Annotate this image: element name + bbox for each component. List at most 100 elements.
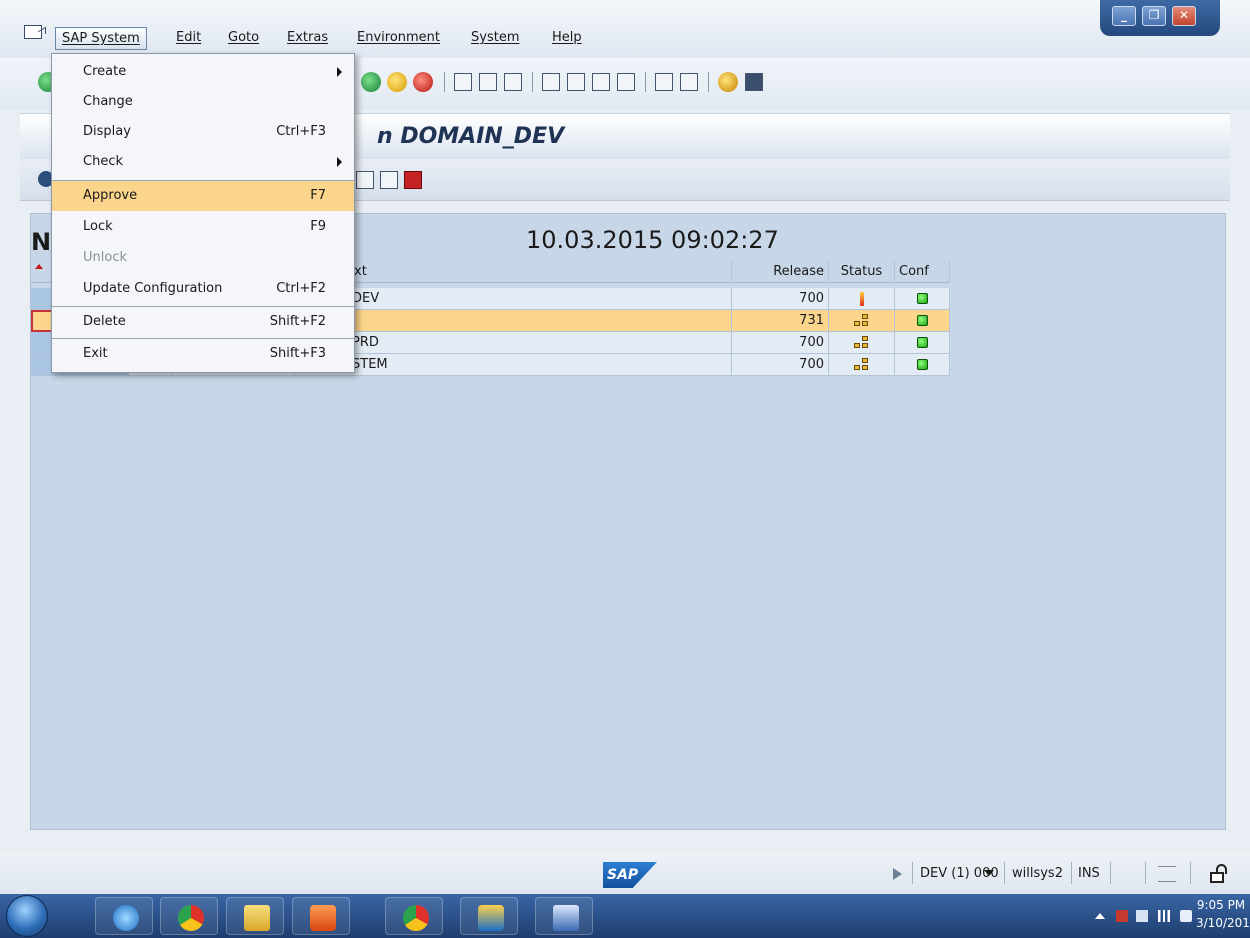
hierarchy-icon [853,335,870,350]
cell-conf[interactable] [895,354,950,376]
file-explorer-icon[interactable] [226,897,284,935]
cell-status[interactable] [829,288,895,310]
column-header-release[interactable]: Release [732,261,829,283]
server-name: willsys2 [1012,866,1063,881]
cell-release: 700 [732,354,829,376]
cell-release: 700 [732,288,829,310]
warning-status-icon [859,291,864,306]
status-divider [1190,862,1191,884]
menu-goto[interactable]: Goto [228,30,259,45]
power-icon[interactable] [1136,910,1148,922]
green-light-icon [916,337,928,348]
menu-item-create[interactable]: Create [52,57,354,87]
column-header-text[interactable]: xt [295,261,732,283]
cell-status[interactable] [829,332,895,354]
input-mode[interactable]: INS [1078,866,1100,881]
hierarchy-icon [853,313,870,328]
show-hidden-icons-icon[interactable] [1095,913,1105,919]
layout-menu-icon[interactable] [745,73,763,91]
chrome-icon[interactable] [160,897,218,935]
cell-conf[interactable] [895,288,950,310]
green-light-icon [916,315,928,326]
find-icon[interactable] [479,73,497,91]
cell-text: PRD [295,332,732,354]
page-heading: N [31,228,52,256]
menu-item-label: Display [83,124,131,139]
menu-environment[interactable]: Environment [357,30,440,45]
close-icon[interactable]: ✕ [1172,6,1196,26]
back-icon[interactable] [361,72,381,92]
status-divider [1071,862,1072,884]
menu-sap-system[interactable]: SAP System [55,27,147,50]
next-page-icon[interactable] [592,73,610,91]
sap-logon-icon[interactable] [460,897,518,935]
details-icon[interactable] [380,171,398,189]
separator [444,72,445,92]
window-controls: _ ❐ ✕ [1100,0,1220,36]
minimize-icon[interactable]: _ [1112,6,1136,26]
menu-edit[interactable]: Edit [176,30,201,45]
menu-item-delete[interactable]: Delete Shift+F2 [52,307,354,337]
menu-item-approve[interactable]: Approve F7 [52,181,354,211]
cell-status[interactable] [829,354,895,376]
print-icon[interactable] [454,73,472,91]
menu-help[interactable]: Help [552,30,582,45]
clock-time[interactable]: 9:05 PM [1196,898,1246,912]
create-session-icon[interactable] [655,73,673,91]
action-center-icon[interactable] [1116,910,1128,922]
menu-item-check[interactable]: Check [52,147,354,177]
info-icon[interactable] [404,171,422,189]
chrome-window-icon[interactable] [385,897,443,935]
cell-conf[interactable] [895,310,950,332]
last-page-icon[interactable] [617,73,635,91]
network-icon[interactable] [1158,910,1170,922]
help-icon[interactable] [718,72,738,92]
data-transfer-icon[interactable] [1158,866,1176,882]
screen-title: n DOMAIN_DEV [377,124,565,149]
find-next-icon[interactable] [504,73,522,91]
internet-explorer-icon[interactable] [95,897,153,935]
menu-item-label: Check [83,154,123,169]
menu-item-label: Lock [83,219,113,234]
show-status-icon[interactable] [893,868,902,880]
exit-icon[interactable] [387,72,407,92]
green-light-icon [916,293,928,304]
cell-status[interactable] [829,310,895,332]
column-header-conf[interactable]: Conf [895,261,950,283]
clock-date[interactable]: 3/10/2015 [1196,916,1250,930]
separator [708,72,709,92]
cell-text [295,310,732,332]
sap-system-dropdown: Create Change Display Ctrl+F3 Check Appr… [51,53,355,373]
cell-release: 700 [732,332,829,354]
first-page-icon[interactable] [542,73,560,91]
menu-system[interactable]: System [471,30,519,45]
start-button-icon[interactable] [6,895,48,937]
menu-item-change[interactable]: Change [52,87,354,117]
window-menu-icon[interactable] [24,25,42,39]
volume-icon[interactable] [1180,910,1192,922]
menu-item-shortcut: Ctrl+F3 [276,124,326,139]
menu-item-exit[interactable]: Exit Shift+F3 [52,339,354,369]
menu-item-update-configuration[interactable]: Update Configuration Ctrl+F2 [52,274,354,304]
cell-conf[interactable] [895,332,950,354]
restore-icon[interactable]: ❐ [1142,6,1166,26]
column-header-status[interactable]: Status [829,261,895,283]
cancel-icon[interactable] [413,72,433,92]
media-player-icon[interactable] [292,897,350,935]
menu-item-shortcut: Ctrl+F2 [276,281,326,296]
chevron-down-icon[interactable] [984,870,994,876]
shortcut-icon[interactable] [680,73,698,91]
menu-bar: SAP System Edit Goto Extras Environment … [0,0,1250,58]
word-icon[interactable] [535,897,593,935]
select-layout-icon[interactable] [356,171,374,189]
menu-item-label: Approve [83,188,138,203]
cell-release: 731 [732,310,829,332]
menu-extras[interactable]: Extras [287,30,328,45]
menu-item-lock[interactable]: Lock F9 [52,212,354,242]
menu-item-label: Create [83,64,127,79]
previous-page-icon[interactable] [567,73,585,91]
cell-text: STEM [295,354,732,376]
menu-item-label: Unlock [83,250,127,265]
menu-item-display[interactable]: Display Ctrl+F3 [52,117,354,147]
lock-icon[interactable] [1208,864,1228,884]
